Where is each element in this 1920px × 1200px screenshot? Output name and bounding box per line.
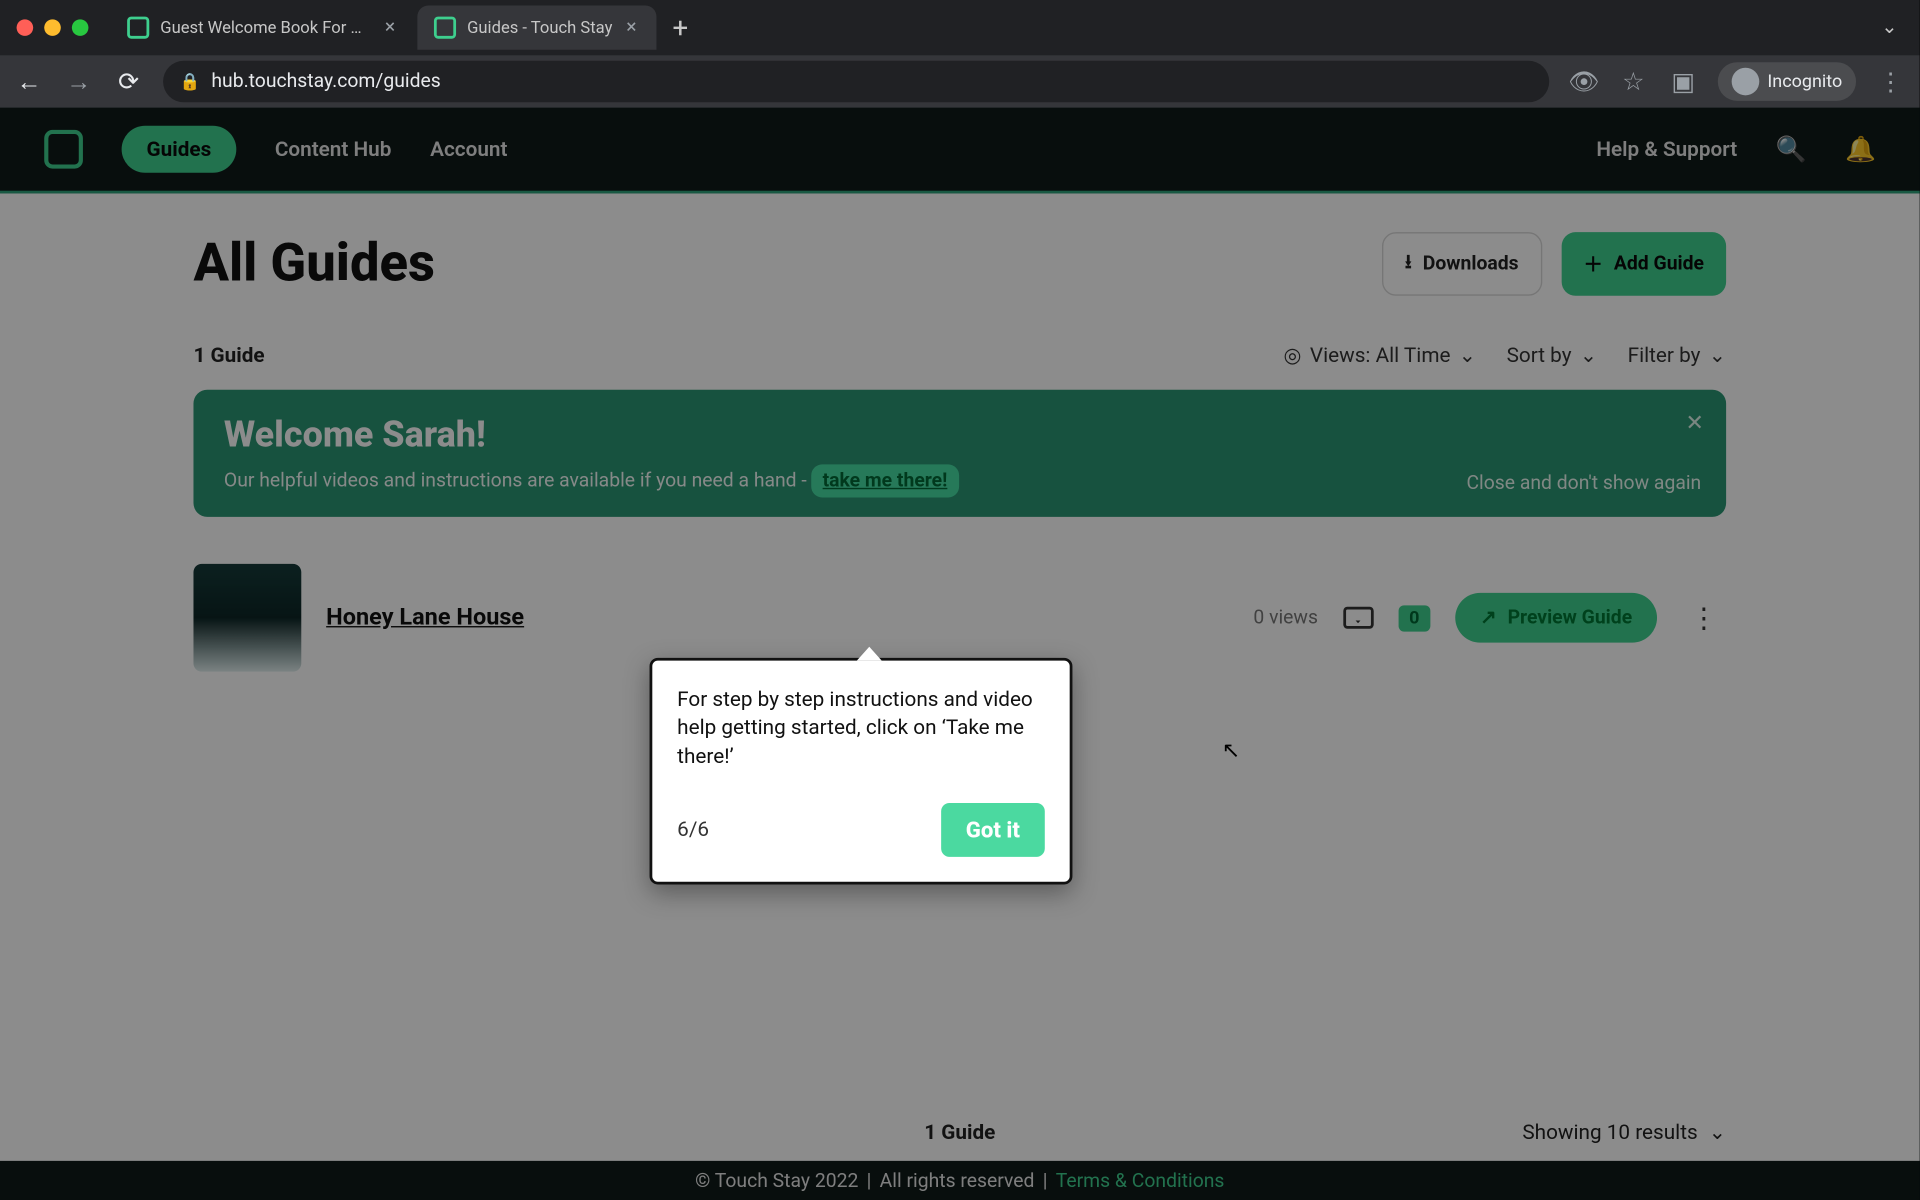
app-logo-icon[interactable] (44, 130, 83, 169)
preview-guide-label: Preview Guide (1508, 607, 1633, 629)
tab-close-icon[interactable]: × (623, 17, 639, 39)
footer-sep: | (1043, 1171, 1048, 1193)
row-menu-icon[interactable]: ⋮ (1682, 601, 1726, 634)
browser-menu-icon[interactable]: ⋮ (1875, 67, 1905, 96)
favicon-icon (127, 17, 149, 39)
views-filter-label: Views: All Time (1310, 343, 1451, 368)
app-footer: © Touch Stay 2022 | All rights reserved … (0, 1161, 1920, 1200)
plus-icon: ＋ (1584, 250, 1603, 278)
tabs-overflow-icon[interactable]: ⌄ (1881, 17, 1903, 39)
popover-step: 6/6 (677, 817, 709, 842)
page-title: All Guides (193, 234, 434, 295)
browser-tab-inactive[interactable]: Guest Welcome Book For Vaca × (111, 6, 415, 50)
filter-by[interactable]: Filter by ⌄ (1628, 343, 1727, 368)
new-tab-button[interactable]: + (659, 11, 702, 44)
browser-toolbar: ← → ⟳ 🔒 hub.touchstay.com/guides 👁 ☆ ▣ I… (0, 55, 1920, 108)
got-it-button[interactable]: Got it (941, 803, 1045, 857)
showing-label: Showing 10 results (1522, 1119, 1697, 1144)
welcome-banner: Welcome Sarah! Our helpful videos and in… (193, 390, 1726, 517)
footer-rights: All rights reserved (880, 1171, 1035, 1193)
preview-guide-button[interactable]: ↗ Preview Guide (1455, 593, 1657, 643)
chevron-down-icon: ⌄ (1709, 343, 1726, 368)
banner-dont-show-link[interactable]: Close and don't show again (1466, 473, 1701, 495)
onboarding-popover: For step by step instructions and video … (650, 658, 1073, 884)
banner-text: Our helpful videos and instructions are … (224, 470, 812, 492)
footer-copyright: © Touch Stay 2022 (695, 1171, 858, 1193)
guide-name-link[interactable]: Honey Lane House (326, 604, 524, 632)
browser-titlebar: Guest Welcome Book For Vaca × Guides - T… (0, 0, 1920, 55)
bell-icon[interactable]: 🔔 (1845, 135, 1875, 164)
take-me-there-link[interactable]: take me there! (812, 464, 959, 497)
eye-icon: ◎ (1284, 343, 1302, 368)
guide-thumbnail[interactable] (193, 564, 301, 672)
nav-content-hub[interactable]: Content Hub (275, 137, 392, 162)
extensions-icon[interactable]: ▣ (1668, 67, 1698, 96)
downloads-label: Downloads (1423, 253, 1519, 275)
forward-button[interactable]: → (64, 67, 94, 96)
download-icon: ⭳ (1405, 247, 1412, 280)
sort-by[interactable]: Sort by ⌄ (1507, 343, 1598, 368)
incognito-badge[interactable]: Incognito (1718, 62, 1856, 101)
nav-help-support[interactable]: Help & Support (1596, 137, 1737, 162)
add-guide-button[interactable]: ＋ Add Guide (1561, 232, 1726, 296)
sort-by-label: Sort by (1507, 343, 1572, 368)
eye-off-icon[interactable]: 👁 (1568, 67, 1598, 96)
tab-close-icon[interactable]: × (382, 17, 398, 39)
banner-close-icon[interactable]: ✕ (1685, 409, 1704, 435)
browser-tabs: Guest Welcome Book For Vaca × Guides - T… (111, 0, 1903, 55)
mail-icon[interactable] (1343, 607, 1373, 629)
nav-guides[interactable]: Guides (122, 126, 237, 173)
browser-tab-active[interactable]: Guides - Touch Stay × (417, 6, 656, 50)
window-controls (17, 19, 89, 36)
mail-count-badge: 0 (1398, 605, 1430, 631)
guide-views: 0 views (1253, 607, 1318, 629)
lock-icon: 🔒 (180, 72, 201, 91)
add-guide-label: Add Guide (1614, 253, 1704, 275)
back-button[interactable]: ← (14, 67, 44, 96)
chevron-down-icon: ⌄ (1580, 343, 1597, 368)
maximize-window-icon[interactable] (72, 19, 89, 36)
reload-button[interactable]: ⟳ (113, 67, 143, 96)
incognito-label: Incognito (1767, 71, 1842, 92)
app-root: Guides Content Hub Account Help & Suppor… (0, 108, 1920, 1200)
chevron-down-icon: ⌄ (1709, 1119, 1726, 1144)
banner-title: Welcome Sarah! (224, 415, 1696, 456)
views-filter[interactable]: ◎ Views: All Time ⌄ (1284, 343, 1477, 368)
incognito-icon (1731, 68, 1759, 96)
external-link-icon: ↗ (1480, 607, 1496, 629)
showing-results[interactable]: Showing 10 results ⌄ (1522, 1119, 1726, 1144)
bookmark-star-icon[interactable]: ☆ (1618, 67, 1648, 96)
url-text: hub.touchstay.com/guides (211, 70, 440, 92)
filter-by-label: Filter by (1628, 343, 1701, 368)
guide-count: 1 Guide (193, 343, 264, 368)
nav-account[interactable]: Account (430, 137, 507, 162)
chevron-down-icon: ⌄ (1459, 343, 1476, 368)
app-header: Guides Content Hub Account Help & Suppor… (0, 108, 1920, 194)
footer-sep: | (867, 1171, 872, 1193)
tab-title: Guides - Touch Stay (467, 18, 612, 37)
minimize-window-icon[interactable] (44, 19, 61, 36)
footer-terms-link[interactable]: Terms & Conditions (1056, 1171, 1225, 1193)
close-window-icon[interactable] (17, 19, 34, 36)
favicon-icon (434, 17, 456, 39)
downloads-button[interactable]: ⭳ Downloads (1381, 232, 1542, 296)
search-icon[interactable]: 🔍 (1776, 135, 1806, 164)
address-bar[interactable]: 🔒 hub.touchstay.com/guides (163, 61, 1549, 102)
popover-text: For step by step instructions and video … (677, 685, 1045, 769)
tab-title: Guest Welcome Book For Vaca (160, 18, 371, 37)
